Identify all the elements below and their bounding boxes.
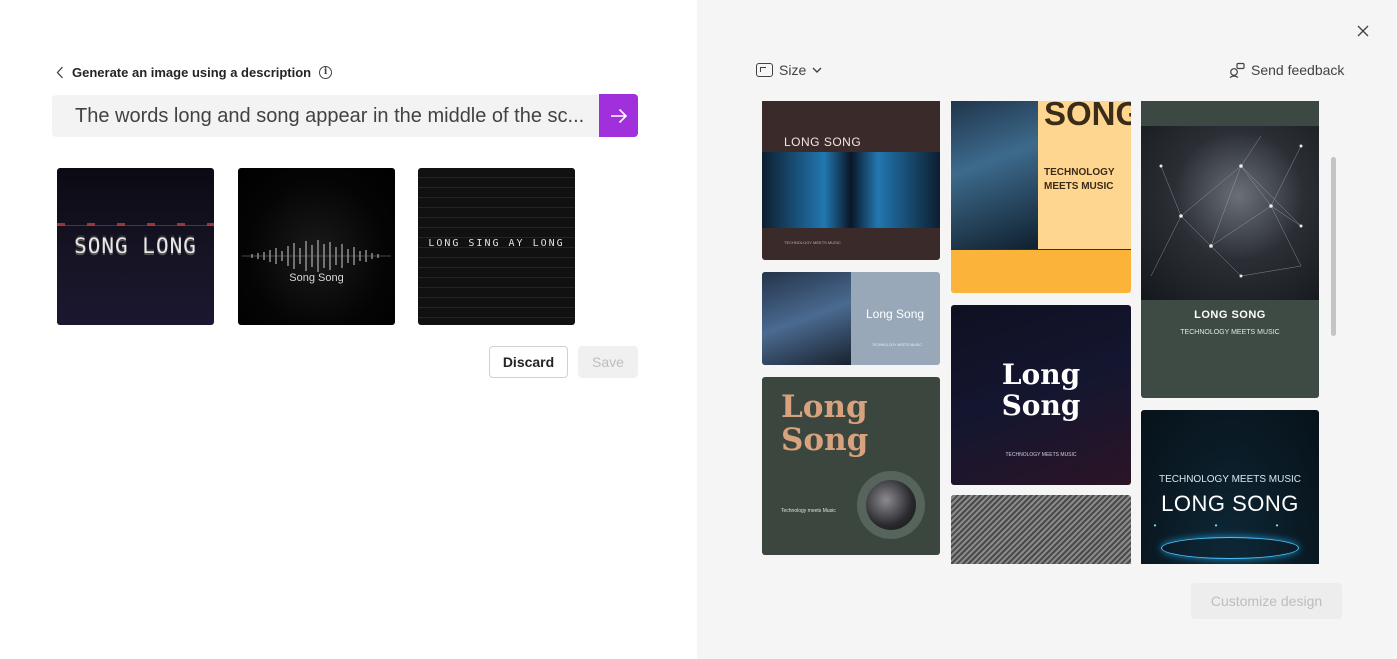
template-2-divider xyxy=(951,249,1131,250)
template-6-title-line1: Long xyxy=(781,389,868,425)
template-card-7[interactable] xyxy=(951,495,1131,564)
feedback-icon xyxy=(1229,62,1245,78)
template-1-image xyxy=(762,152,940,228)
template-3-band xyxy=(1141,101,1319,126)
template-2-subtitle: TECHNOLOGY MEETS MUSIC xyxy=(1044,167,1115,192)
resize-icon xyxy=(756,63,773,77)
template-5-title-line1: Long xyxy=(1001,358,1081,391)
send-button[interactable] xyxy=(599,94,638,137)
template-8-title: LONG SONG xyxy=(1161,491,1299,516)
back-link[interactable]: Generate an image using a description i xyxy=(56,63,333,81)
send-feedback-link[interactable]: Send feedback xyxy=(1229,62,1344,78)
close-icon[interactable] xyxy=(1355,23,1371,39)
info-icon[interactable]: i xyxy=(319,65,333,79)
save-button[interactable]: Save xyxy=(578,346,638,378)
template-gallery: LONG SONG TECHNOLOGY MEETS MUSIC SONG TE… xyxy=(697,101,1397,564)
template-6-title: Long Song xyxy=(781,391,868,457)
template-2-image xyxy=(951,101,1038,249)
template-5-title-line2: Song xyxy=(1001,389,1081,422)
chevron-down-icon xyxy=(812,67,822,73)
discard-button[interactable]: Discard xyxy=(489,346,568,378)
customize-design-button[interactable]: Customize design xyxy=(1191,583,1342,619)
network-graphic xyxy=(1150,135,1303,278)
template-6-circle-image xyxy=(857,471,925,539)
size-label: Size xyxy=(779,62,807,78)
template-card-1[interactable]: LONG SONG TECHNOLOGY MEETS MUSIC xyxy=(762,101,940,260)
template-6-subtitle: Technology meets Music xyxy=(781,508,836,514)
template-8-subtitle: TECHNOLOGY MEETS MUSIC xyxy=(1158,474,1302,485)
template-4-title: Long Song xyxy=(866,307,925,321)
template-8-lights: • • • xyxy=(1153,521,1307,530)
result-image-1-caption: SONG LONG xyxy=(74,234,197,258)
result-image-1[interactable]: SONG LONG xyxy=(57,168,214,325)
send-feedback-label: Send feedback xyxy=(1251,62,1345,78)
back-link-label: Generate an image using a description xyxy=(72,64,312,80)
template-card-5[interactable]: Long Song TECHNOLOGY MEETS MUSIC xyxy=(951,305,1131,485)
gallery-scrollbar[interactable] xyxy=(1331,157,1336,336)
template-1-title: LONG SONG xyxy=(784,135,862,149)
template-2-title: SONG xyxy=(1044,101,1131,132)
result-image-2[interactable]: Song Song xyxy=(238,168,395,325)
template-5-title: Long Song xyxy=(951,359,1131,421)
template-3-title: LONG SONG xyxy=(1194,309,1266,321)
result-image-3-caption: LONG SING AY LONG xyxy=(428,238,565,249)
designer-panel: Size Send feedback LONG SONG TECHNOLOGY … xyxy=(697,0,1397,659)
size-dropdown[interactable]: Size xyxy=(756,62,822,78)
template-3-image xyxy=(1141,126,1319,300)
result-image-3[interactable]: LONG SING AY LONG xyxy=(418,168,575,325)
generator-panel: Generate an image using a description i … xyxy=(0,0,697,659)
chevron-left-icon xyxy=(56,65,66,79)
prompt-input[interactable]: The words long and song appear in the mi… xyxy=(52,95,599,137)
template-8-stage-disc xyxy=(1161,537,1299,559)
template-card-6[interactable]: Long Song Technology meets Music xyxy=(762,377,940,555)
glitch-red-marks xyxy=(57,223,214,226)
template-3-subtitle: TECHNOLOGY MEETS MUSIC xyxy=(1180,329,1280,336)
arrow-right-icon xyxy=(610,108,627,123)
template-4-subtitle: TECHNOLOGY MEETS MUSIC xyxy=(872,343,922,347)
sound-wave-graphic xyxy=(242,240,391,272)
template-card-8[interactable]: TECHNOLOGY MEETS MUSIC LONG SONG • • • xyxy=(1141,410,1319,564)
template-4-image xyxy=(762,272,851,365)
template-1-subtitle: TECHNOLOGY MEETS MUSIC xyxy=(784,240,841,245)
template-6-title-line2: Song xyxy=(781,422,869,458)
result-image-2-caption: Song Song xyxy=(289,272,344,284)
template-card-2[interactable]: SONG TECHNOLOGY MEETS MUSIC xyxy=(951,101,1131,293)
template-card-4[interactable]: Long Song TECHNOLOGY MEETS MUSIC xyxy=(762,272,940,365)
template-card-3[interactable]: LONG SONG TECHNOLOGY MEETS MUSIC xyxy=(1141,101,1319,398)
template-5-subtitle: TECHNOLOGY MEETS MUSIC xyxy=(1005,452,1077,458)
